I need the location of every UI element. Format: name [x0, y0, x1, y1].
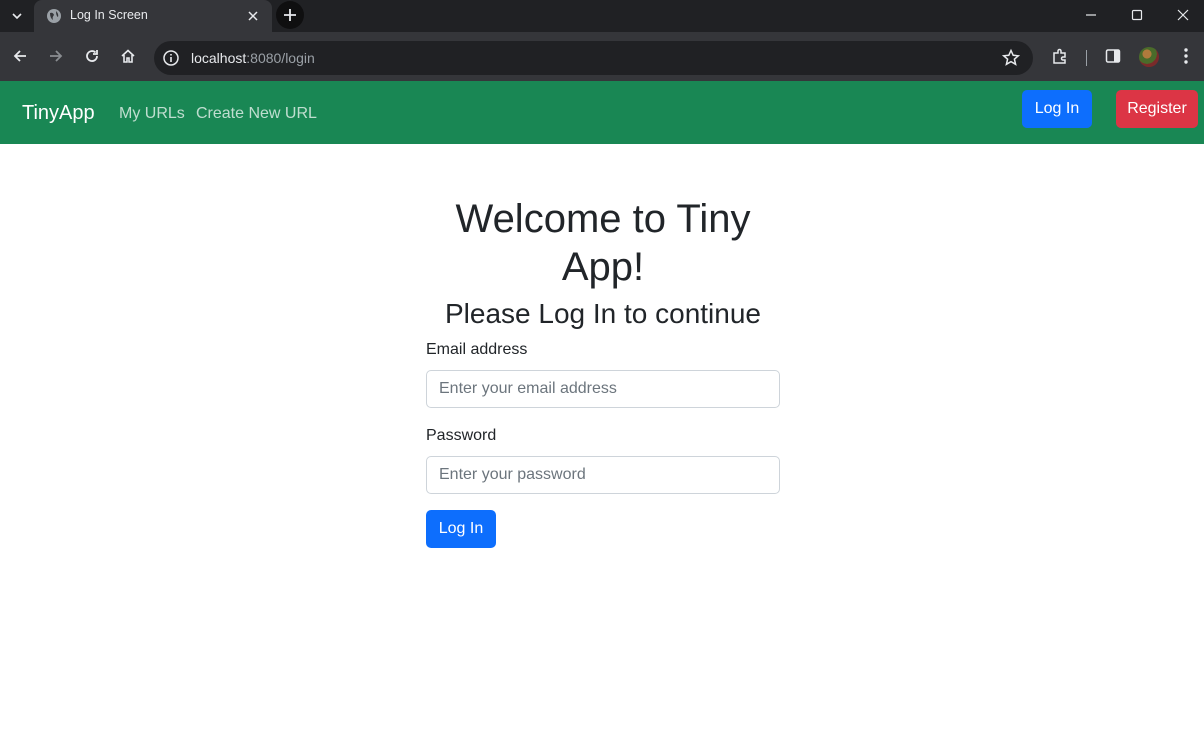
reload-icon[interactable] [78, 42, 106, 70]
nav-link-my-urls[interactable]: My URLs [119, 105, 185, 123]
app-navbar: TinyApp My URLs Create New URL Log In Re… [0, 81, 1204, 144]
globe-icon [46, 8, 62, 24]
page-title: Welcome to Tiny App! [455, 197, 751, 289]
url-text: localhost:8080/login [191, 50, 315, 66]
home-icon[interactable] [114, 42, 142, 70]
star-icon[interactable] [1001, 48, 1021, 68]
email-label: Email address [426, 341, 528, 358]
browser-tab[interactable]: Log In Screen [34, 0, 272, 32]
page-subtitle: Please Log In to continue [444, 298, 761, 329]
profile-avatar[interactable] [1139, 47, 1159, 67]
maximize-icon[interactable] [1114, 2, 1160, 28]
menu-icon[interactable] [1176, 46, 1196, 66]
side-panel-icon[interactable] [1103, 46, 1123, 66]
extensions-icon[interactable] [1050, 46, 1070, 66]
nav-link-create-new-url[interactable]: Create New URL [196, 105, 317, 123]
nav-register-button[interactable]: Register [1116, 90, 1198, 128]
tab-title: Log In Screen [70, 8, 148, 22]
email-field[interactable] [426, 370, 780, 408]
close-icon[interactable] [244, 7, 262, 25]
address-bar[interactable]: localhost:8080/login [154, 41, 1033, 75]
window-close-icon[interactable] [1160, 2, 1204, 28]
tab-search-icon[interactable] [6, 5, 28, 27]
browser-toolbar: localhost:8080/login [0, 32, 1204, 81]
password-label: Password [426, 427, 497, 444]
nav-login-button[interactable]: Log In [1022, 90, 1092, 128]
minimize-icon[interactable] [1068, 2, 1114, 28]
browser-tab-strip: Log In Screen [0, 0, 1204, 32]
new-tab-button[interactable] [276, 1, 304, 29]
info-icon[interactable] [162, 49, 180, 67]
plus-icon [284, 9, 296, 21]
password-field[interactable] [426, 456, 780, 494]
brand-link[interactable]: TinyApp [22, 102, 95, 125]
forward-icon[interactable] [42, 42, 70, 70]
back-icon[interactable] [6, 42, 34, 70]
toolbar-divider [1086, 50, 1087, 66]
login-submit-button[interactable]: Log In [426, 510, 496, 548]
